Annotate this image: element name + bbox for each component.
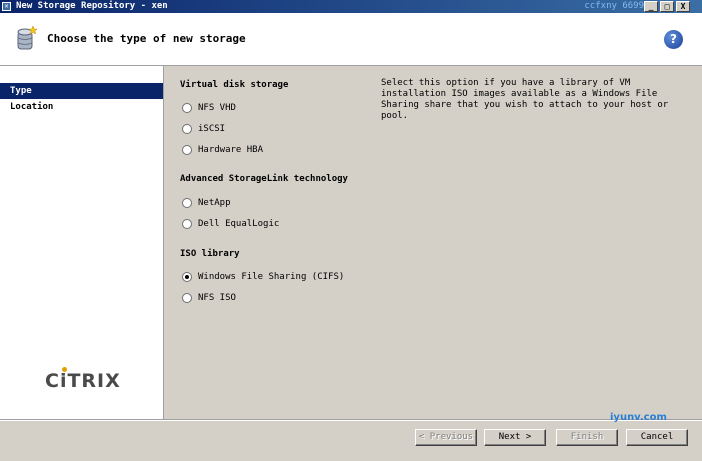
page-title: Choose the type of new storage [47, 32, 246, 45]
title-bar[interactable]: ✕ New Storage Repository - xen ccfxny 66… [0, 0, 702, 13]
radio-hardware-hba[interactable]: Hardware HBA [182, 143, 263, 157]
radio-nfs-vhd[interactable]: NFS VHD [182, 101, 236, 115]
next-button[interactable]: Next > [484, 429, 546, 446]
group-heading-iso-library: ISO library [180, 249, 240, 259]
close-button[interactable]: X [676, 1, 690, 12]
radio-button[interactable] [182, 103, 192, 113]
minimize-button[interactable]: _ [644, 1, 658, 12]
new-storage-repository-dialog: ✕ New Storage Repository - xen ccfxny 66… [0, 0, 702, 460]
help-icon[interactable]: ? [664, 30, 683, 49]
radio-windows-file-sharing[interactable]: Windows File Sharing (CIFS) [182, 270, 344, 284]
previous-button[interactable]: < Previous [415, 429, 477, 446]
radio-label[interactable]: Dell EqualLogic [198, 219, 279, 229]
storage-repository-icon [17, 25, 38, 50]
radio-label[interactable]: Hardware HBA [198, 145, 263, 155]
radio-button[interactable] [182, 145, 192, 155]
radio-button[interactable] [182, 219, 192, 229]
storage-type-panel: Virtual disk storage NFS VHD iSCSI Hardw… [164, 66, 697, 420]
radio-label[interactable]: NetApp [198, 198, 231, 208]
radio-dell-equallogic[interactable]: Dell EqualLogic [182, 217, 279, 231]
watermark-text: ccfxny 6699 [584, 1, 644, 11]
watermark-site: iyunv.com [610, 412, 667, 423]
group-heading-storagelink: Advanced StorageLink technology [180, 174, 348, 184]
radio-label[interactable]: iSCSI [198, 124, 225, 134]
radio-nfs-iso[interactable]: NFS ISO [182, 291, 236, 305]
wizard-steps-sidebar: Type Location CiTRIX [0, 66, 164, 420]
radio-label[interactable]: NFS VHD [198, 103, 236, 113]
window-title: New Storage Repository - xen [16, 1, 168, 11]
maximize-button[interactable]: □ [660, 1, 674, 12]
wizard-footer: < Previous Next > Finish Cancel [0, 419, 702, 461]
logo-dot [62, 367, 67, 372]
brand-text: CiTRIX [45, 370, 121, 392]
radio-netapp[interactable]: NetApp [182, 196, 231, 210]
sidebar-item-location[interactable]: Location [0, 99, 163, 115]
wizard-header: Choose the type of new storage ? [0, 13, 702, 66]
sidebar-item-type[interactable]: Type [0, 83, 163, 99]
radio-label[interactable]: NFS ISO [198, 293, 236, 303]
group-heading-virtual-disk: Virtual disk storage [180, 80, 289, 90]
finish-button[interactable]: Finish [556, 429, 618, 446]
radio-button[interactable] [182, 198, 192, 208]
xencenter-app-icon: ✕ [2, 2, 11, 11]
radio-iscsi[interactable]: iSCSI [182, 122, 225, 136]
footer-divider [0, 419, 702, 420]
radio-label[interactable]: Windows File Sharing (CIFS) [198, 272, 344, 282]
radio-button[interactable] [182, 124, 192, 134]
radio-button[interactable] [182, 293, 192, 303]
citrix-logo: CiTRIX [45, 367, 121, 392]
cancel-button[interactable]: Cancel [626, 429, 688, 446]
option-description: Select this option if you have a library… [381, 78, 669, 121]
radio-button-selected[interactable] [182, 272, 192, 282]
